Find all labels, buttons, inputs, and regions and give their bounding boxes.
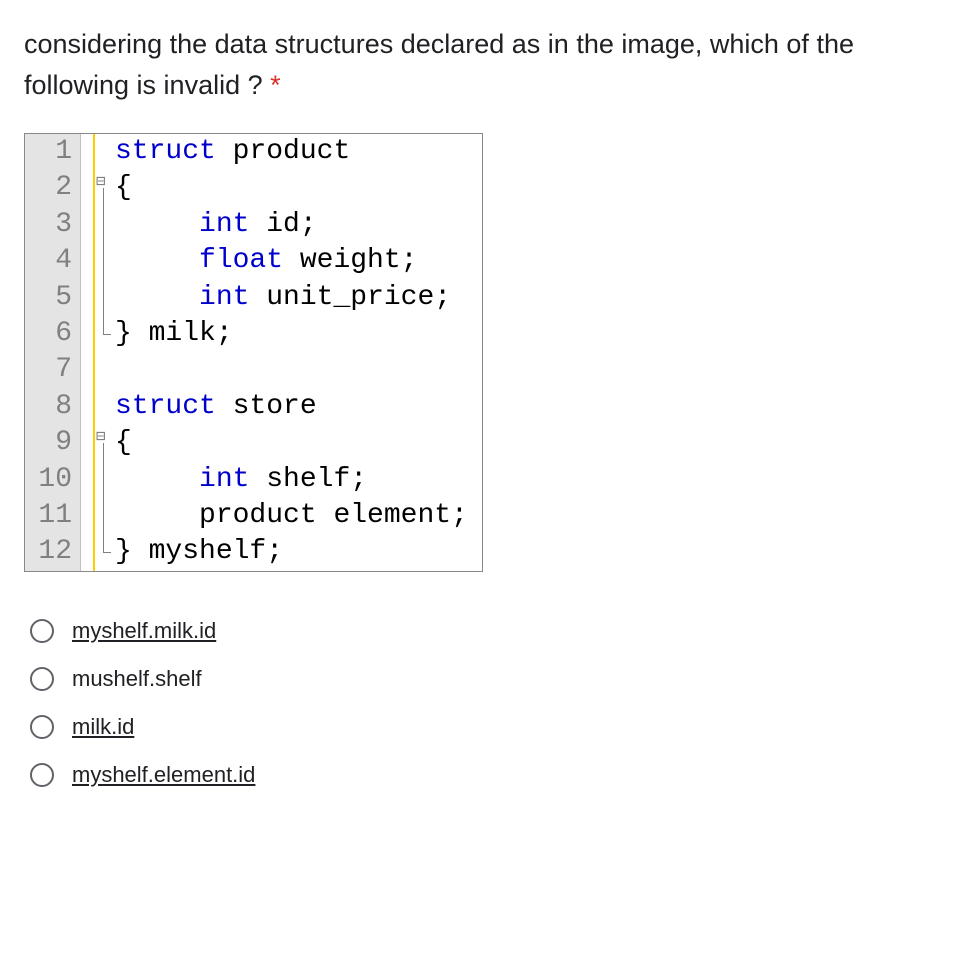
change-marker xyxy=(81,280,95,316)
change-marker xyxy=(81,243,95,279)
fold-gutter xyxy=(95,280,113,316)
code-content: { xyxy=(113,170,146,206)
code-line: 5 int unit_price; xyxy=(25,280,482,316)
code-content: int id; xyxy=(113,207,331,243)
line-number: 1 xyxy=(25,134,81,170)
code-line: 2{ xyxy=(25,170,482,206)
change-marker xyxy=(81,425,95,461)
code-content: product element; xyxy=(113,498,482,534)
fold-gutter[interactable] xyxy=(95,170,113,206)
code-content: int unit_price; xyxy=(113,280,465,316)
code-content: } myshelf; xyxy=(113,534,297,570)
fold-gutter xyxy=(95,243,113,279)
fold-gutter xyxy=(95,534,113,570)
option-row[interactable]: milk.id xyxy=(30,714,936,740)
change-marker xyxy=(81,352,95,388)
code-line: 7 xyxy=(25,352,482,388)
change-marker xyxy=(81,389,95,425)
question-text: considering the data structures declared… xyxy=(24,24,936,105)
change-marker xyxy=(81,170,95,206)
code-content: struct store xyxy=(113,389,331,425)
fold-gutter xyxy=(95,134,113,170)
code-line: 1 struct product xyxy=(25,134,482,170)
line-number: 3 xyxy=(25,207,81,243)
question-body: considering the data structures declared… xyxy=(24,29,854,100)
option-label: myshelf.milk.id xyxy=(72,618,216,644)
code-line: 8 struct store xyxy=(25,389,482,425)
code-line: 10 int shelf; xyxy=(25,462,482,498)
fold-gutter xyxy=(95,316,113,352)
code-content: int shelf; xyxy=(113,462,381,498)
option-label: milk.id xyxy=(72,714,134,740)
change-marker xyxy=(81,316,95,352)
code-line: 3 int id; xyxy=(25,207,482,243)
option-row[interactable]: mushelf.shelf xyxy=(30,666,936,692)
option-label: mushelf.shelf xyxy=(72,666,202,692)
radio-button[interactable] xyxy=(30,619,54,643)
fold-gutter[interactable] xyxy=(95,425,113,461)
code-content: } milk; xyxy=(113,316,247,352)
line-number: 7 xyxy=(25,352,81,388)
line-number: 11 xyxy=(25,498,81,534)
change-marker xyxy=(81,498,95,534)
code-line: 4 float weight; xyxy=(25,243,482,279)
code-content: { xyxy=(113,425,146,461)
fold-gutter xyxy=(95,352,113,388)
change-marker xyxy=(81,134,95,170)
line-number: 6 xyxy=(25,316,81,352)
code-line: 9{ xyxy=(25,425,482,461)
line-number: 2 xyxy=(25,170,81,206)
line-number: 5 xyxy=(25,280,81,316)
fold-gutter xyxy=(95,462,113,498)
code-line: 12 } myshelf; xyxy=(25,534,482,570)
code-line: 6 } milk; xyxy=(25,316,482,352)
radio-button[interactable] xyxy=(30,763,54,787)
code-content: struct product xyxy=(113,134,364,170)
change-marker xyxy=(81,462,95,498)
required-asterisk: * xyxy=(270,70,281,100)
line-number: 4 xyxy=(25,243,81,279)
option-row[interactable]: myshelf.milk.id xyxy=(30,618,936,644)
fold-gutter xyxy=(95,389,113,425)
code-line: 11 product element; xyxy=(25,498,482,534)
line-number: 12 xyxy=(25,534,81,570)
line-number: 10 xyxy=(25,462,81,498)
radio-button[interactable] xyxy=(30,667,54,691)
change-marker xyxy=(81,207,95,243)
fold-gutter xyxy=(95,207,113,243)
change-marker xyxy=(81,534,95,570)
radio-button[interactable] xyxy=(30,715,54,739)
option-label: myshelf.element.id xyxy=(72,762,255,788)
code-content xyxy=(113,352,146,388)
line-number: 8 xyxy=(25,389,81,425)
line-number: 9 xyxy=(25,425,81,461)
options-group: myshelf.milk.id mushelf.shelf milk.id myshe… xyxy=(24,618,936,788)
option-row[interactable]: myshelf.element.id xyxy=(30,762,936,788)
code-content: float weight; xyxy=(113,243,431,279)
code-block: 1struct product2{3 int id;4 float weight… xyxy=(24,133,483,572)
fold-gutter xyxy=(95,498,113,534)
